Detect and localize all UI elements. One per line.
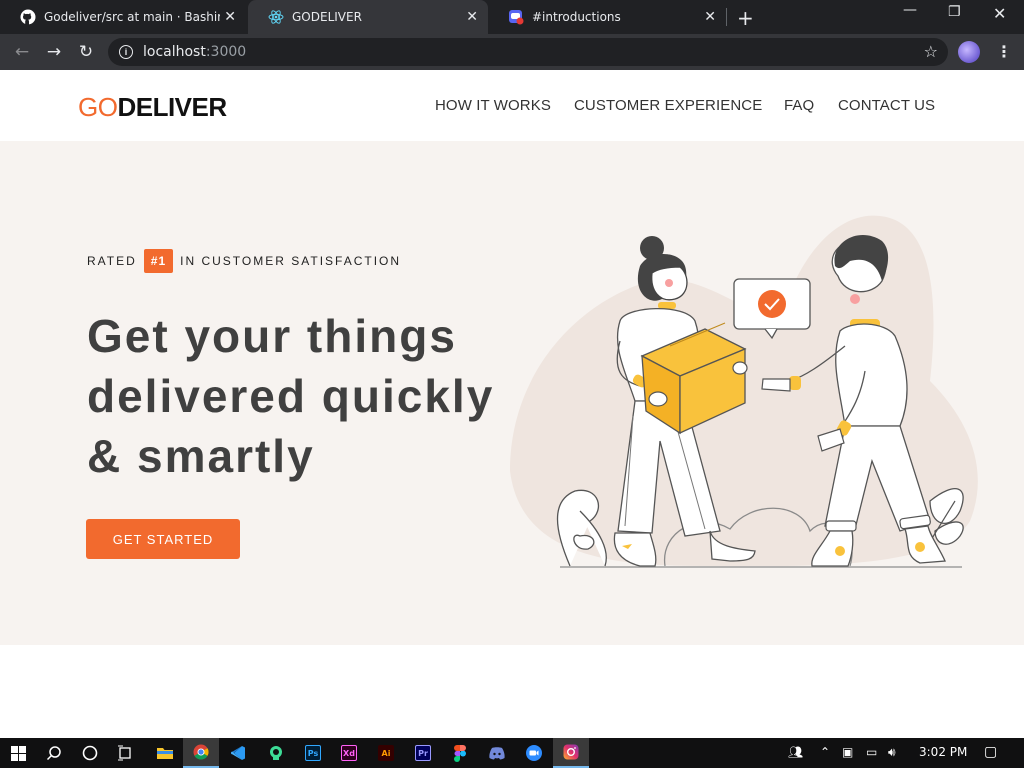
rated-suffix: IN CUSTOMER SATISFACTION xyxy=(180,254,402,268)
network-icon[interactable]: ▣ xyxy=(842,745,853,759)
tab-godeliver[interactable]: GODELIVER ✕ xyxy=(248,0,488,34)
tab-separator xyxy=(726,8,727,26)
new-tab-button[interactable]: + xyxy=(737,6,754,30)
close-icon[interactable]: ✕ xyxy=(466,9,478,25)
zoom-icon[interactable] xyxy=(516,738,552,768)
react-icon xyxy=(268,9,284,25)
chrome-icon[interactable] xyxy=(183,738,219,768)
photoshop-label: Ps xyxy=(305,745,321,761)
browser-tab-strip: Godeliver/src at main · BashirMohamed ✕ … xyxy=(0,0,1024,34)
hero-headline: Get your things delivered quickly & smar… xyxy=(87,306,527,486)
rank-badge: #1 xyxy=(143,249,174,273)
nav-contact-us[interactable]: CONTACT US xyxy=(838,97,935,114)
get-started-button[interactable]: GET STARTED xyxy=(86,519,240,559)
windows-taskbar: Ps Xd Ai Pr 👥︎ ⌃ ▣ ▭ 🔊︎ 3:02 PM ▢ xyxy=(0,738,1024,768)
figma-icon[interactable] xyxy=(442,738,478,768)
photoshop-icon[interactable]: Ps xyxy=(295,738,331,768)
volume-icon[interactable]: 🔊︎ xyxy=(888,745,896,760)
back-arrow-icon[interactable]: ← xyxy=(12,42,32,62)
chevron-up-icon[interactable]: ⌃ xyxy=(820,745,830,759)
tab-github[interactable]: Godeliver/src at main · BashirMohamed ✕ xyxy=(0,0,246,34)
profile-avatar[interactable] xyxy=(958,41,980,63)
tab-title: Godeliver/src at main · BashirMohamed xyxy=(44,10,220,24)
headline-line: delivered quickly xyxy=(87,370,495,422)
battery-icon[interactable]: ▭ xyxy=(866,745,877,759)
people-icon[interactable]: 👥︎ xyxy=(788,745,803,759)
close-icon[interactable]: ✕ xyxy=(704,9,716,25)
bookmark-star-icon[interactable]: ☆ xyxy=(924,42,938,62)
premiere-icon[interactable]: Pr xyxy=(405,738,441,768)
task-view-icon[interactable] xyxy=(107,738,143,768)
cortana-icon[interactable] xyxy=(72,738,108,768)
info-icon[interactable]: i xyxy=(119,45,133,59)
nav-customer-experience[interactable]: CUSTOMER EXPERIENCE xyxy=(574,97,762,114)
github-icon xyxy=(20,9,36,25)
rated-prefix: RATED xyxy=(87,254,137,268)
discord-notification-icon xyxy=(508,9,524,25)
nav-how-it-works[interactable]: HOW IT WORKS xyxy=(435,97,551,114)
rating-line: RATED #1 IN CUSTOMER SATISFACTION xyxy=(87,249,401,273)
logo-deliver: DELIVER xyxy=(117,92,227,122)
clock-time[interactable]: 3:02 PM xyxy=(919,745,967,759)
notification-center-icon[interactable]: ▢ xyxy=(984,744,997,760)
close-icon[interactable]: ✕ xyxy=(224,9,236,25)
tab-title: GODELIVER xyxy=(292,10,362,24)
xd-label: Xd xyxy=(341,745,357,761)
headline-line: Get your things xyxy=(87,310,457,362)
premiere-label: Pr xyxy=(415,745,431,761)
url-text[interactable]: localhost:3000 xyxy=(143,44,246,60)
gitkraken-icon[interactable] xyxy=(258,738,294,768)
instagram-icon[interactable] xyxy=(553,738,589,768)
xd-icon[interactable]: Xd xyxy=(331,738,367,768)
site-header: GODELIVER HOW IT WORKS CUSTOMER EXPERIEN… xyxy=(0,70,1024,141)
illustrator-icon[interactable]: Ai xyxy=(368,738,404,768)
minimize-icon[interactable]: — xyxy=(903,2,917,18)
address-bar[interactable]: i localhost:3000 ☆ xyxy=(108,38,948,66)
tab-title: #introductions xyxy=(532,10,621,24)
windows-start-icon[interactable] xyxy=(0,738,36,768)
tab-introductions[interactable]: #introductions ✕ xyxy=(488,0,726,34)
search-icon[interactable] xyxy=(36,738,72,768)
menu-kebab-icon[interactable]: ⋮ xyxy=(996,42,1012,62)
illustrator-label: Ai xyxy=(378,745,394,761)
site-logo[interactable]: GODELIVER xyxy=(78,92,227,123)
headline-line: & smartly xyxy=(87,430,315,482)
close-window-icon[interactable]: ✕ xyxy=(993,4,1006,23)
file-explorer-icon[interactable] xyxy=(147,738,183,768)
discord-icon[interactable] xyxy=(479,738,515,768)
delivery-illustration xyxy=(510,215,978,568)
nav-faq[interactable]: FAQ xyxy=(784,97,814,114)
reload-icon[interactable]: ↻ xyxy=(76,42,96,62)
restore-icon[interactable]: ❐ xyxy=(948,4,961,20)
logo-go: GO xyxy=(78,92,118,122)
vscode-icon[interactable] xyxy=(220,738,256,768)
hero-section: RATED #1 IN CUSTOMER SATISFACTION Get yo… xyxy=(0,141,1024,645)
browser-toolbar: ← → ↻ i localhost:3000 ☆ ⋮ xyxy=(0,34,1024,70)
forward-arrow-icon[interactable]: → xyxy=(44,42,64,62)
